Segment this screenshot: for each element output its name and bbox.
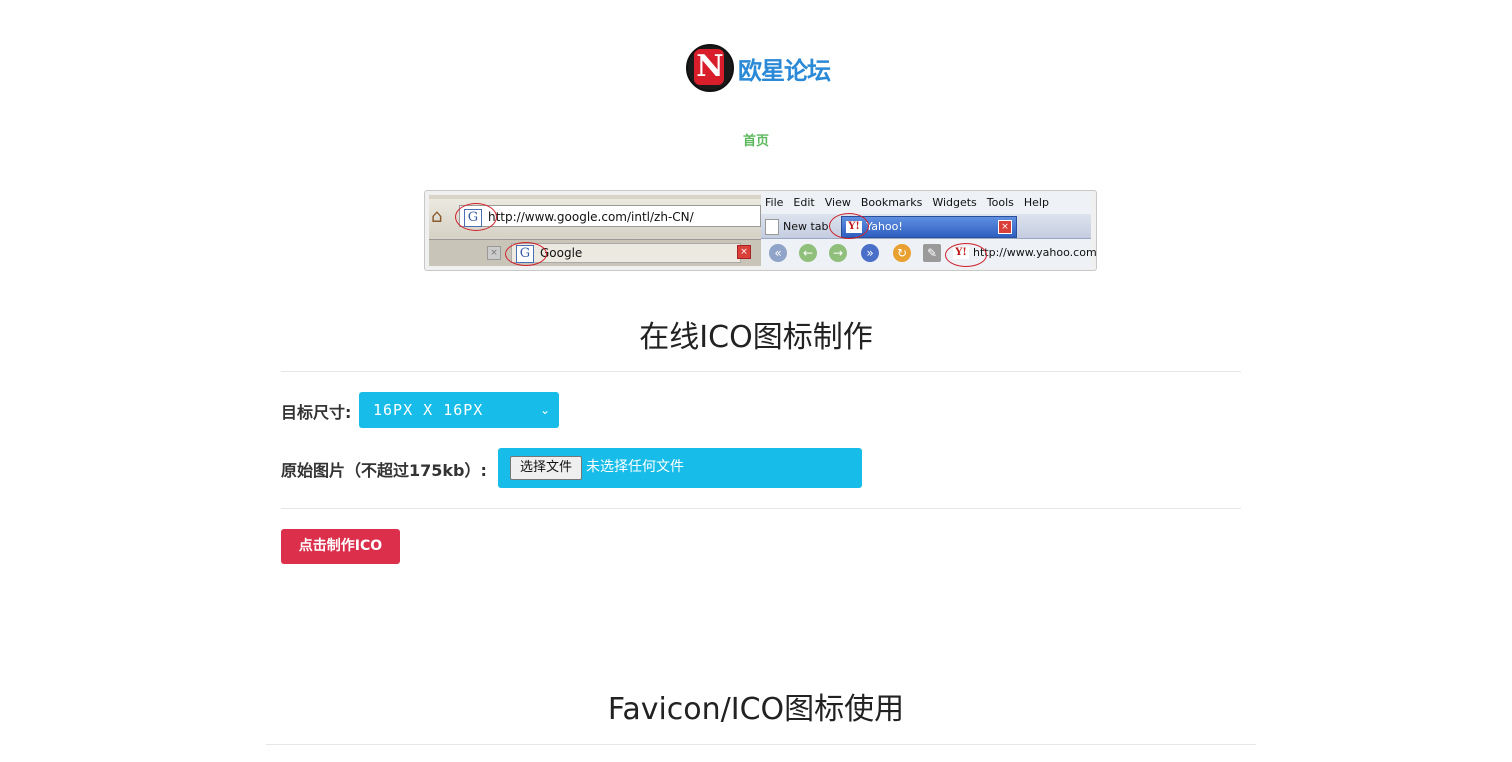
highlight-ring xyxy=(505,242,547,266)
site-logo[interactable]: N 欧星论坛 xyxy=(686,44,832,92)
preview-tab-strip: × G Google × xyxy=(429,239,761,266)
maker-title: 在线ICO图标制作 xyxy=(639,320,873,355)
divider xyxy=(266,744,1256,745)
divider xyxy=(281,508,1241,509)
preview-menu-item: File xyxy=(765,196,784,209)
size-select[interactable]: 16PX X 16PX xyxy=(359,392,559,428)
back-arrow-icon: ← xyxy=(799,244,817,262)
source-image-label: 原始图片（不超过175kb）: xyxy=(281,461,487,480)
highlight-ring xyxy=(829,213,869,239)
preview-menu-item: Widgets xyxy=(932,196,977,209)
preview-toolbar: « ← → » ↻ ✎ Y! http://www.yahoo.com xyxy=(761,240,1096,266)
home-icon: ⌂ xyxy=(431,206,443,227)
preview-menu-item: Help xyxy=(1023,196,1049,209)
document-icon xyxy=(765,219,779,235)
preview-url-text: http://www.google.com/intl/zh-CN/ xyxy=(488,210,694,224)
preview-menu-bar: File Edit View Bookmarks Widgets Tools Help xyxy=(761,193,1091,213)
fast-forward-icon: » xyxy=(861,244,879,262)
close-icon: × xyxy=(737,245,751,259)
reload-icon: ↻ xyxy=(893,244,911,262)
logo-text: 欧星论坛 xyxy=(738,56,831,85)
logo-emblem-icon: N xyxy=(686,44,734,92)
usage-title: Favicon/ICO图标使用 xyxy=(607,692,905,727)
choose-file-button[interactable]: 选择文件 xyxy=(510,456,582,480)
preview-right-browser: File Edit View Bookmarks Widgets Tools Help Ne… xyxy=(761,193,1096,268)
favicon-preview-image: ⌂ Ghttp://www.google.com/intl/zh-CN/ × G… xyxy=(424,190,1097,271)
preview-menu-item: Edit xyxy=(793,196,815,209)
close-icon: × xyxy=(487,246,501,260)
preview-left-browser: ⌂ Ghttp://www.google.com/intl/zh-CN/ × G… xyxy=(429,195,761,266)
file-input[interactable]: 选择文件 未选择任何文件 xyxy=(498,448,862,488)
preview-yahoo-tab-label: Yahoo! xyxy=(866,220,903,233)
forward-arrow-icon: → xyxy=(829,244,847,262)
close-icon: × xyxy=(998,220,1012,234)
preview-new-tab: New tab xyxy=(765,217,835,236)
make-ico-button[interactable]: 点击制作ICO xyxy=(281,529,400,564)
preview-tab-bar: New tab Y! Yahoo! × xyxy=(761,214,1091,239)
preview-new-tab-label: New tab xyxy=(783,220,829,233)
preview-url-bar: Ghttp://www.google.com/intl/zh-CN/ xyxy=(459,205,761,227)
file-status-text: 未选择任何文件 xyxy=(586,459,684,475)
size-label: 目标尺寸: xyxy=(281,403,352,422)
edit-icon: ✎ xyxy=(923,244,941,262)
preview-yahoo-url-text: http://www.yahoo.com xyxy=(973,246,1097,259)
preview-menu-item: Bookmarks xyxy=(860,196,923,209)
divider xyxy=(281,371,1241,372)
highlight-ring xyxy=(455,203,497,231)
rewind-icon: « xyxy=(769,244,787,262)
preview-menu-item: Tools xyxy=(986,196,1014,209)
highlight-ring xyxy=(945,243,987,267)
nav-home-link[interactable]: 首页 xyxy=(0,130,1512,149)
preview-menu-item: View xyxy=(824,196,851,209)
